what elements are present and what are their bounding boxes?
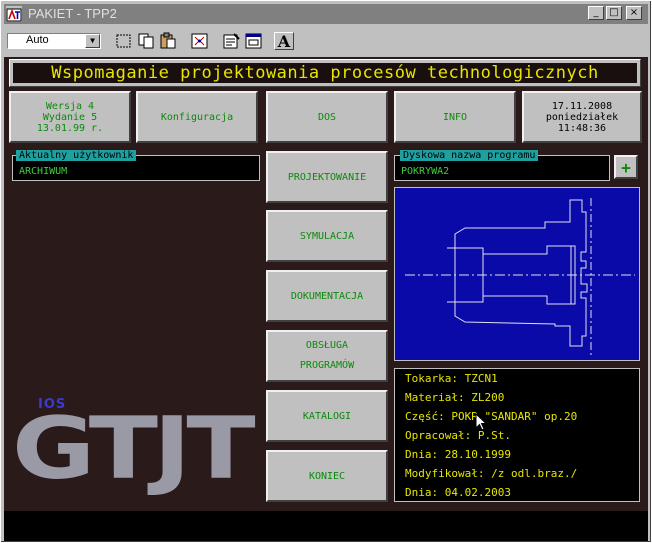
paste-icon[interactable] <box>158 32 178 50</box>
dos-button[interactable]: DOS <box>266 91 388 143</box>
zoom-value: Auto <box>26 34 49 46</box>
main-panel: Wspomaganie projektowania procesów techn… <box>4 57 648 541</box>
logo-large-text: GTJT <box>12 399 256 499</box>
version-line: 13.01.99 r. <box>36 122 104 134</box>
zoom-select[interactable]: Auto ▼ <box>7 33 101 49</box>
menu-catalogs-label: KATALOGI <box>302 410 352 422</box>
info-button[interactable]: INFO <box>394 91 516 143</box>
app-window: PAKIET - TPP2 _ □ × Auto ▼ A Wspomaganie… <box>0 0 652 543</box>
menu-documentation-button[interactable]: DOKUMENTACJA <box>266 270 388 322</box>
menu-end-button[interactable]: KONIEC <box>266 450 388 502</box>
details-panel: Tokarka: TZCN1 Materiał: ZL200 Część: PO… <box>394 368 640 502</box>
version-button[interactable]: Wersja 4 Wydanie 5 13.01.99 r. <box>9 91 131 143</box>
title-bar[interactable]: PAKIET - TPP2 _ □ × <box>4 4 648 24</box>
menu-service-button[interactable]: OBSŁUGA PROGRAMÓW <box>266 330 388 382</box>
menu-simulation-label: SYMULACJA <box>299 230 355 242</box>
weekday-text: poniedziałek <box>545 111 619 123</box>
user-value: ARCHIWUM <box>19 166 68 177</box>
mouse-cursor-icon <box>475 413 488 431</box>
font-button[interactable]: A <box>274 32 294 51</box>
author-text: Opracował: P.St. <box>405 429 511 442</box>
time-text: 11:48:36 <box>557 122 607 134</box>
date-created-text: Dnia: 28.10.1999 <box>405 448 511 461</box>
version-line: Wydanie 5 <box>42 111 98 123</box>
modified-text: Modyfikował: /z odl.braz./ <box>405 467 578 480</box>
date-text: 17.11.2008 <box>551 100 613 112</box>
program-label: Dyskowa nazwa programu <box>400 150 539 161</box>
config-button[interactable]: Konfiguracja <box>136 91 258 143</box>
banner: Wspomaganie projektowania procesów techn… <box>9 59 641 87</box>
close-button[interactable]: × <box>626 6 642 20</box>
maximize-button[interactable]: □ <box>606 6 622 20</box>
menu-end-label: KONIEC <box>308 470 346 482</box>
material-text: Materiał: ZL200 <box>405 391 505 404</box>
banner-title: Wspomaganie projektowania procesów techn… <box>13 63 637 83</box>
select-rectangle-icon[interactable] <box>114 32 134 50</box>
program-value: POKRYWA2 <box>401 166 450 177</box>
app-icon <box>6 6 22 22</box>
properties-icon[interactable] <box>222 32 242 50</box>
lathe-text: Tokarka: TZCN1 <box>405 372 498 385</box>
version-line: Wersja 4 <box>45 100 95 112</box>
part-text: Część: POKR."SANDAR" op.20 <box>405 410 578 423</box>
background-icon[interactable] <box>244 32 264 50</box>
toolbar: Auto ▼ A <box>4 27 648 55</box>
minimize-button[interactable]: _ <box>588 6 604 20</box>
menu-catalogs-button[interactable]: KATALOGI <box>266 390 388 442</box>
part-drawing <box>394 187 640 361</box>
dos-label: DOS <box>317 111 337 123</box>
part-profile-drawing <box>405 198 635 358</box>
window-title: PAKIET - TPP2 <box>28 6 117 21</box>
status-bar <box>4 511 648 541</box>
user-label: Aktualny użytkownik <box>16 150 137 161</box>
date-modified-text: Dnia: 04.02.2003 <box>405 486 511 499</box>
menu-design-label: PROJEKTOWANIE <box>287 171 367 183</box>
menu-service-label: PROGRAMÓW <box>299 360 355 371</box>
copy-icon[interactable] <box>136 32 156 50</box>
menu-design-button[interactable]: PROJEKTOWANIE <box>266 151 388 203</box>
menu-service-label: OBSŁUGA <box>305 340 349 351</box>
datetime-display: 17.11.2008 poniedziałek 11:48:36 <box>522 91 642 143</box>
add-program-button[interactable]: + <box>614 155 638 179</box>
config-label: Konfiguracja <box>160 111 234 123</box>
chevron-down-icon[interactable]: ▼ <box>85 34 100 48</box>
info-label: INFO <box>442 111 468 123</box>
menu-simulation-button[interactable]: SYMULACJA <box>266 210 388 262</box>
menu-documentation-label: DOKUMENTACJA <box>290 290 364 302</box>
fullscreen-icon[interactable] <box>190 32 210 50</box>
